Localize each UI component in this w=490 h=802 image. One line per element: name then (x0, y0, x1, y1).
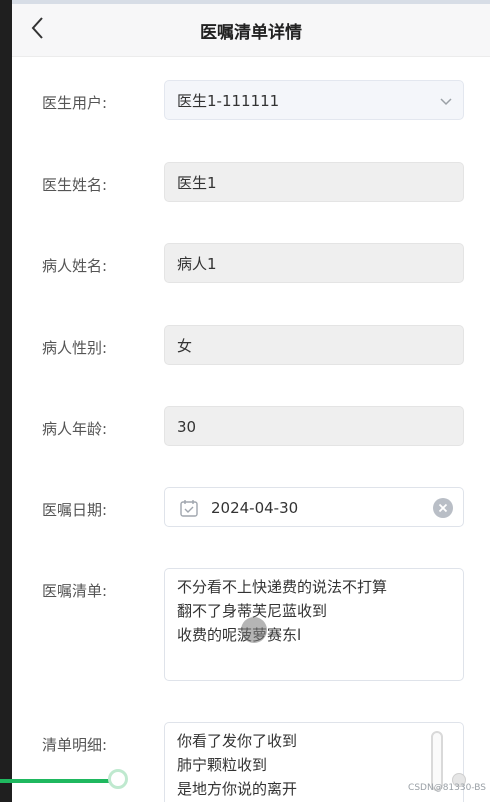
doctor-user-select[interactable]: 医生1-111111 (164, 80, 464, 120)
doctor-user-value: 医生1-111111 (177, 92, 280, 110)
patient-gender-label: 病人性别: (42, 339, 108, 357)
patient-name-label: 病人姓名: (42, 257, 108, 275)
chevron-down-icon (440, 98, 452, 106)
order-list-line-3: 收费的呢菠萝赛东l (177, 626, 302, 644)
textarea-scrollbar[interactable] (431, 731, 443, 791)
list-detail-line-1: 你看了发你了收到 (177, 732, 298, 750)
calendar-icon (180, 500, 198, 517)
order-list-line-2: 翻不了身蒂芙尼蓝收到 (177, 602, 328, 620)
patient-gender-field: 女 (164, 325, 464, 365)
order-list-textarea[interactable]: 不分看不上快递费的说法不打算 翻不了身蒂芙尼蓝收到 收费的呢菠萝赛东l (164, 568, 464, 681)
list-detail-label: 清单明细: (42, 736, 108, 754)
order-date-picker[interactable]: 2024-04-30 (164, 487, 464, 527)
order-date-value: 2024-04-30 (211, 499, 299, 517)
touch-indicator (241, 617, 267, 643)
order-list-line-1: 不分看不上快递费的说法不打算 (177, 578, 388, 596)
progress-knob[interactable] (108, 769, 128, 789)
doctor-user-label: 医生用户: (42, 94, 108, 112)
progress-slider[interactable] (0, 769, 128, 793)
list-detail-line-2: 肺宁颗粒收到 (177, 756, 268, 774)
patient-name-field: 病人1 (164, 243, 464, 283)
header-bar: 医嘱清单详情 (12, 4, 490, 57)
doctor-name-label: 医生姓名: (42, 176, 108, 194)
doctor-name-field: 医生1 (164, 162, 464, 202)
order-list-label: 医嘱清单: (42, 582, 108, 600)
watermark: CSDN@81330-BS (408, 783, 486, 793)
clear-icon[interactable] (433, 498, 453, 518)
order-date-label: 医嘱日期: (42, 501, 108, 519)
patient-age-label: 病人年龄: (42, 420, 108, 438)
page-title: 医嘱清单详情 (200, 23, 302, 43)
patient-age-field: 30 (164, 406, 464, 446)
progress-track (0, 779, 112, 783)
order-detail-page: 医嘱清单详情 医生用户: 医生1-111111 医生姓名: 医生1 病人姓名: … (12, 0, 490, 802)
